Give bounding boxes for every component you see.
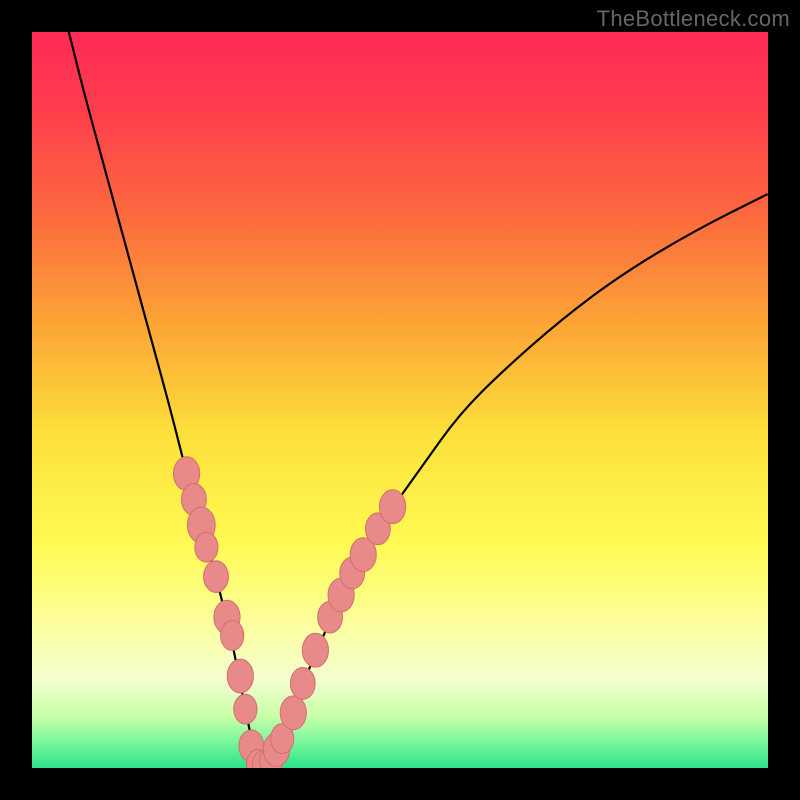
bead-marker — [302, 633, 328, 667]
outer-frame: TheBottleneck.com — [0, 0, 800, 800]
bead-marker — [221, 621, 244, 651]
curve-layer — [32, 32, 768, 768]
bead-group — [174, 457, 406, 768]
bead-marker — [280, 696, 306, 730]
bead-marker — [227, 659, 253, 693]
watermark-label: TheBottleneck.com — [597, 6, 790, 32]
bottleneck-curve — [69, 32, 768, 768]
bead-marker — [204, 561, 229, 593]
plot-area — [32, 32, 768, 768]
bead-marker — [290, 668, 315, 700]
bead-marker — [234, 694, 257, 724]
bead-marker — [380, 490, 406, 524]
bead-marker — [195, 532, 218, 562]
